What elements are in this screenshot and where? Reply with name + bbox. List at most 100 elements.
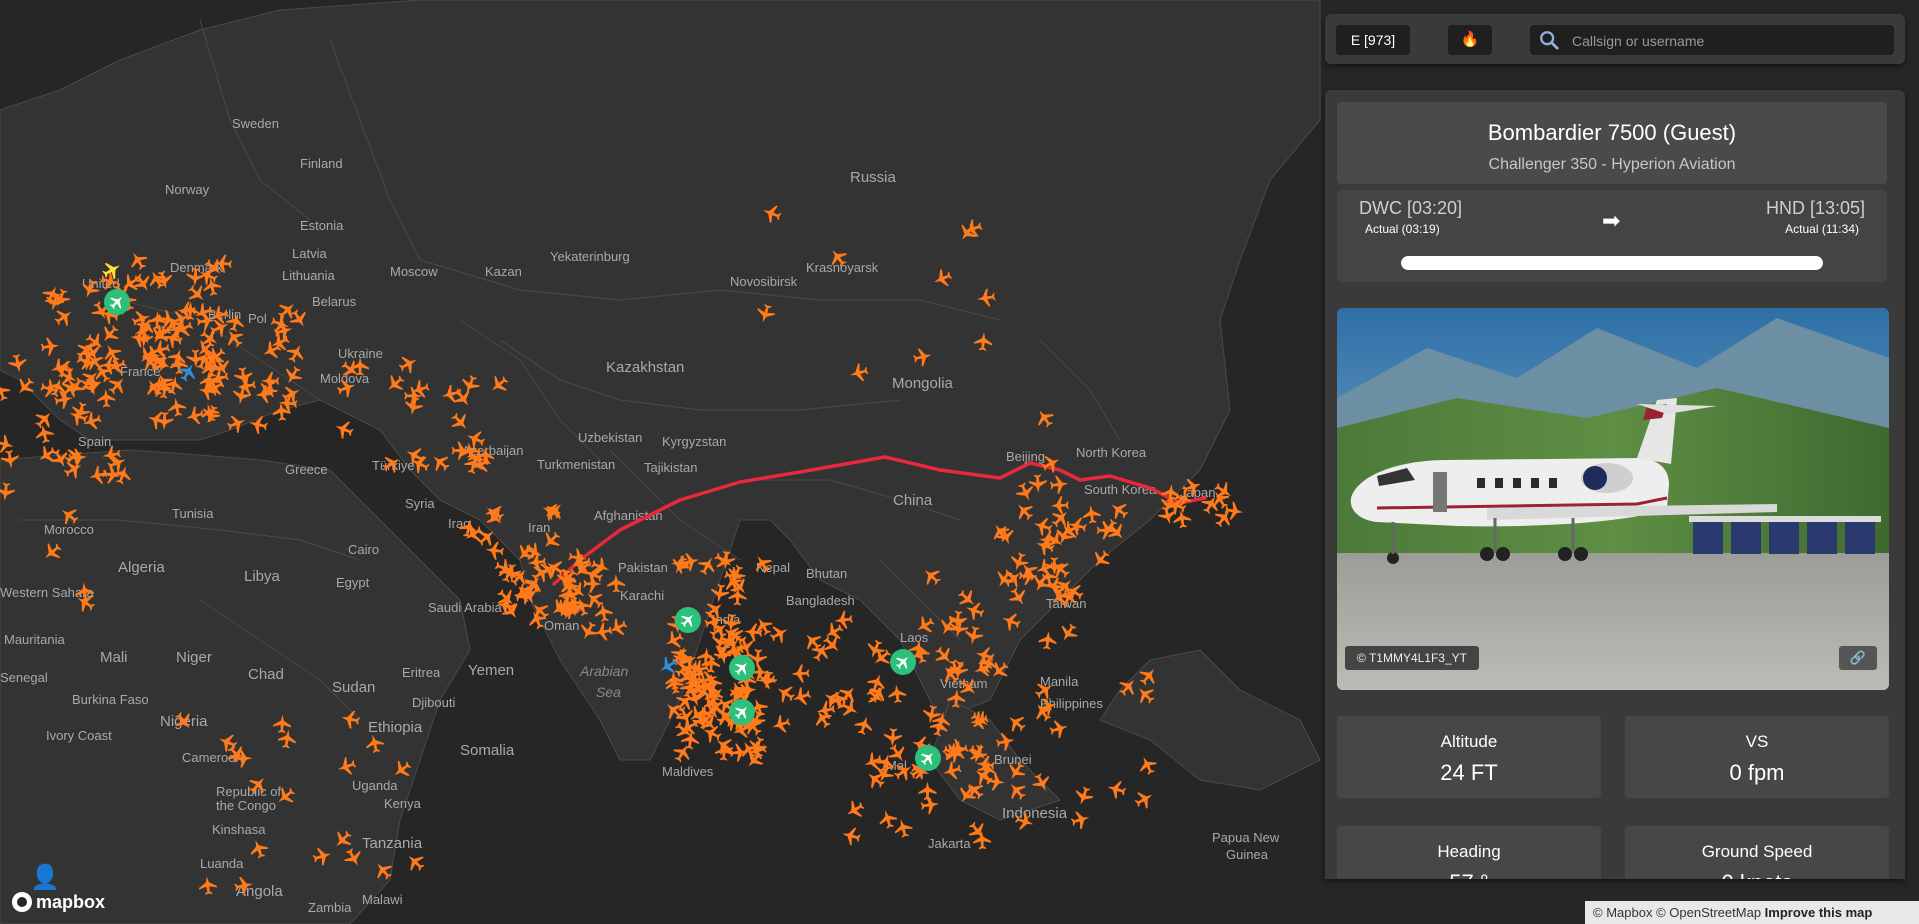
map-label: North Korea — [1076, 445, 1147, 460]
heading-value: 57 ° — [1337, 870, 1601, 879]
airport-marker[interactable] — [729, 655, 755, 681]
route-card: DWC [03:20] Actual (03:19) ➡ HND [13:05]… — [1337, 190, 1887, 282]
search-icon — [1540, 31, 1559, 50]
arrow-right-icon: ➡ — [1602, 208, 1621, 233]
map-label: Novosibirsk — [730, 274, 798, 289]
map-label: Ethiopia — [368, 719, 423, 736]
airport-marker[interactable] — [729, 699, 755, 725]
map-label: Ivory Coast — [46, 728, 112, 743]
link-icon[interactable]: 🔗 — [1839, 646, 1877, 670]
aircraft-livery: Challenger 350 - Hyperion Aviation — [1488, 156, 1736, 173]
fire-icon: 🔥 — [1460, 31, 1480, 48]
map-label: Russia — [850, 169, 897, 186]
vs-label: VS — [1745, 732, 1769, 751]
departure-airport[interactable]: DWC [03:20] — [1359, 198, 1462, 219]
map-label: Laos — [900, 630, 929, 645]
map-label: Djibouti — [412, 695, 455, 710]
server-select-button[interactable]: E [973] — [1336, 25, 1410, 55]
map-label: Malawi — [362, 892, 403, 907]
vs-value: 0 fpm — [1729, 760, 1785, 785]
map-label: Guinea — [1226, 847, 1269, 862]
improve-map-link[interactable]: Improve this map — [1765, 905, 1873, 920]
map-label: Sweden — [232, 116, 279, 131]
map-label: Tunisia — [172, 506, 214, 521]
map-label: South Korea — [1084, 482, 1157, 497]
map-label: Bangladesh — [786, 593, 855, 608]
map-label: Morocco — [44, 522, 94, 537]
map-label: Eritrea — [402, 665, 441, 680]
map-label: Kazan — [485, 264, 522, 279]
map-label: Uganda — [352, 778, 398, 793]
attribution-mapbox-link[interactable]: © Mapbox — [1593, 905, 1652, 920]
map-label: Yemen — [468, 662, 514, 679]
ground-speed-value: 0 knots — [1625, 870, 1889, 879]
map-label: Jakarta — [928, 836, 971, 851]
map-label: Senegal — [0, 670, 48, 685]
map-label: China — [893, 492, 933, 509]
airport-marker[interactable] — [675, 607, 701, 633]
map-label: Burkina Faso — [72, 692, 149, 707]
map-label: Sudan — [332, 679, 375, 696]
map-label: Mali — [100, 649, 128, 666]
map-label: Algeria — [118, 559, 165, 576]
map-label: Mauritania — [4, 632, 65, 647]
popular-flights-button[interactable]: 🔥 — [1448, 25, 1492, 55]
map-label: Pol — [248, 311, 267, 326]
flight-info-panel: Bombardier 7500 (Guest) Challenger 350 -… — [1325, 90, 1905, 879]
heading-card: Heading 57 ° — [1337, 826, 1601, 879]
map-label: Mongolia — [892, 375, 954, 392]
map-label: Cairo — [348, 542, 379, 557]
map-label: Maldives — [662, 764, 714, 779]
ground-speed-card: Ground Speed 0 knots — [1625, 826, 1889, 879]
map-label: Somalia — [460, 742, 515, 759]
airport-marker[interactable] — [890, 649, 916, 675]
aircraft-photo: © T1MMY4L1F3_YT 🔗 — [1337, 308, 1889, 690]
flight-progress-fill — [1401, 256, 1823, 270]
map-label: Zambia — [308, 900, 352, 915]
mapbox-logo[interactable]: mapbox — [10, 890, 120, 914]
map-label: Karachi — [620, 588, 664, 603]
map-label: Syria — [405, 496, 435, 511]
svg-text:mapbox: mapbox — [36, 892, 105, 912]
altitude-label: Altitude — [1440, 732, 1498, 751]
map-label: Chad — [248, 666, 284, 683]
map-label: Republic of — [216, 784, 281, 799]
map-attribution: © Mapbox © OpenStreetMap Improve this ma… — [1585, 901, 1919, 924]
flight-progress-bar — [1401, 256, 1823, 270]
map-label: Egypt — [336, 575, 370, 590]
map-label: Luanda — [200, 856, 244, 871]
arrival-airport[interactable]: HND [13:05] — [1766, 198, 1865, 219]
search-input[interactable] — [1570, 25, 1890, 57]
map-label: Kazakhstan — [606, 359, 684, 376]
map-label: Bhutan — [806, 566, 847, 581]
map-label: Indonesia — [1002, 805, 1068, 822]
altitude-card: Altitude 24 FT — [1337, 716, 1601, 798]
airport-marker[interactable] — [104, 289, 130, 315]
map-label: Papua New — [1212, 830, 1280, 845]
top-toolbar: E [973] 🔥 — [1325, 14, 1905, 64]
airport-marker[interactable] — [915, 745, 941, 771]
map-label: Oman — [544, 618, 579, 633]
arrival-actual-time: Actual (11:34) — [1785, 222, 1859, 236]
map-label: Manila — [1040, 674, 1079, 689]
map-label: Tajikistan — [644, 460, 697, 475]
map-label: Yekaterinburg — [550, 249, 630, 264]
map-label: Kinshasa — [212, 822, 266, 837]
map-label: Greece — [285, 462, 328, 477]
aircraft-photo-image — [1337, 308, 1889, 690]
altitude-value: 24 FT — [1440, 760, 1498, 785]
map-label: Tanzania — [362, 835, 423, 852]
attribution-osm-link[interactable]: © OpenStreetMap — [1656, 905, 1761, 920]
map-label: Norway — [165, 182, 210, 197]
photo-credit[interactable]: © T1MMY4L1F3_YT — [1345, 646, 1479, 670]
search-box[interactable] — [1530, 25, 1894, 57]
user-icon[interactable]: 👤 — [30, 863, 60, 892]
map-label: Moscow — [390, 264, 438, 279]
map-label: Brunei — [994, 752, 1032, 767]
aircraft-title-card: Bombardier 7500 (Guest) Challenger 350 -… — [1337, 102, 1887, 184]
vs-card: VS 0 fpm — [1625, 716, 1889, 798]
map-label: Sea — [596, 684, 621, 700]
map-label: Arabian — [579, 663, 628, 679]
ground-speed-label: Ground Speed — [1701, 842, 1813, 861]
map-label: Kyrgyzstan — [662, 434, 726, 449]
